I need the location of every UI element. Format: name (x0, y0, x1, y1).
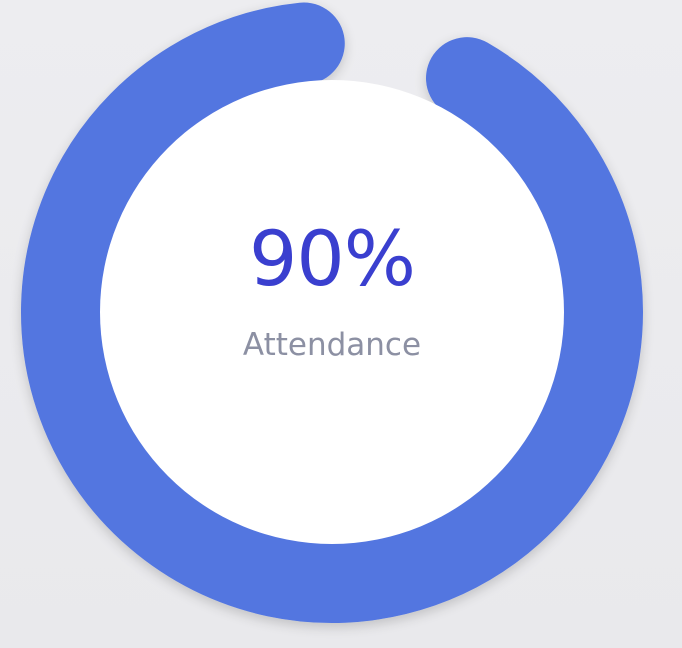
gauge-center: 90% Attendance (102, 43, 562, 538)
attendance-card: 90% Attendance (0, 0, 682, 648)
attendance-percentage: 90% (249, 213, 416, 303)
attendance-caption: Attendance (242, 326, 422, 363)
